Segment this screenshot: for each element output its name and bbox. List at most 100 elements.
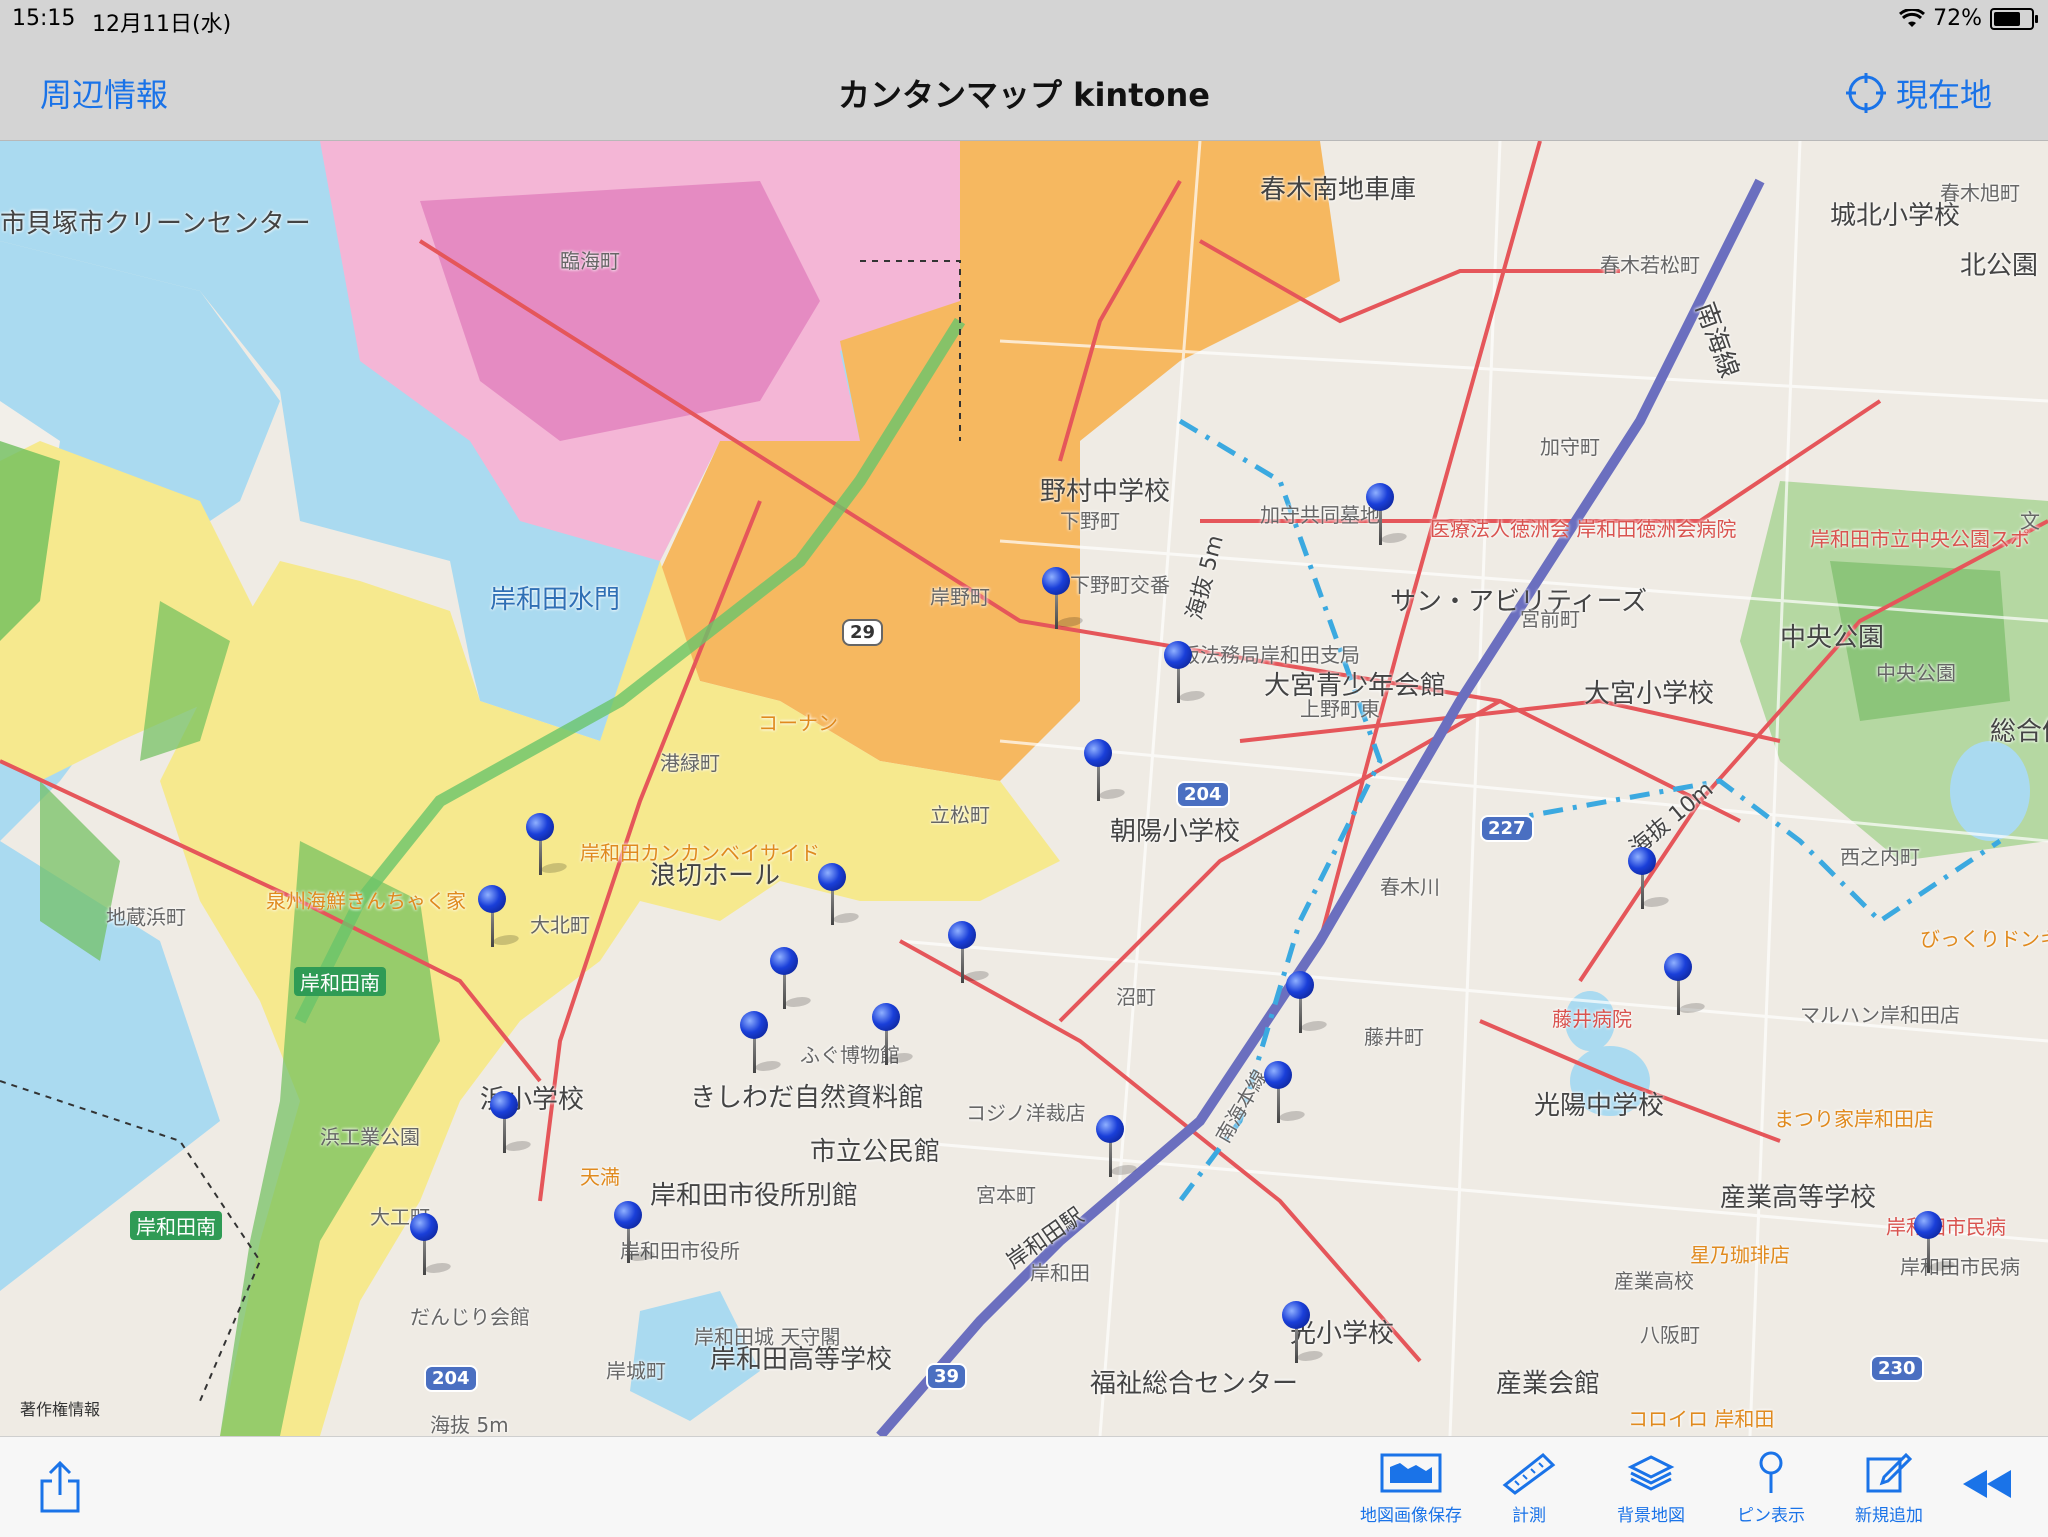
map-pin[interactable]	[490, 1091, 535, 1161]
map-pin[interactable]	[872, 1003, 917, 1073]
map-pin[interactable]	[770, 947, 815, 1017]
status-time: 15:15	[12, 6, 76, 31]
map-label: 岸和田南	[294, 967, 386, 996]
app-title: カンタンマップ kintone	[838, 76, 1210, 114]
map-label: 岸和田市役所別館	[650, 1181, 859, 1211]
map-label: 地蔵浜町	[106, 905, 186, 929]
map-label: 宮本町	[976, 1183, 1036, 1207]
map-label: 海抜 5m	[430, 1413, 509, 1436]
add-new-button[interactable]: 新規追加	[1834, 1449, 1944, 1526]
status-right: 72%	[1899, 6, 2038, 31]
route-shield: 29	[842, 619, 884, 646]
map-pin[interactable]	[614, 1201, 659, 1271]
map-label: 春木川	[1380, 875, 1440, 899]
map-label: 藤井病院	[1552, 1007, 1632, 1031]
map-label: 岸和田	[1030, 1261, 1090, 1285]
map-label: 藤井町	[1364, 1025, 1424, 1049]
map-label: 港緑町	[660, 751, 720, 775]
map-label: 立松町	[930, 803, 990, 827]
map-pin[interactable]	[740, 1011, 785, 1081]
route-shield: 204	[1176, 781, 1230, 808]
toolbar-label: 地図画像保存	[1360, 1506, 1462, 1526]
map-label: まつり家岸和田店	[1774, 1107, 1934, 1131]
measure-button[interactable]: 計測	[1474, 1449, 1584, 1526]
toolbar-label: 新規追加	[1855, 1506, 1923, 1526]
map-label: 春木南地車庫	[1260, 175, 1417, 205]
map-pin[interactable]	[526, 813, 571, 883]
map-pin[interactable]	[1664, 953, 1709, 1023]
map-label: 産業高校	[1614, 1269, 1694, 1293]
map-pin[interactable]	[1042, 567, 1087, 637]
map-label: 春木旭町	[1940, 181, 2020, 205]
map-label: 岸野町	[930, 585, 990, 609]
map-label: 加守共同墓地	[1260, 503, 1380, 527]
map-label: 福祉総合センター	[1090, 1369, 1299, 1399]
map-label: 野村中学校	[1040, 477, 1171, 507]
map-label: 大宮小学校	[1584, 679, 1715, 709]
route-shield: 227	[1480, 815, 1534, 842]
map-pin[interactable]	[1286, 971, 1331, 1041]
map-pin[interactable]	[1282, 1301, 1327, 1371]
map-pin[interactable]	[1628, 847, 1673, 917]
map-label: だんじり会館	[410, 1305, 530, 1329]
map-pin[interactable]	[948, 921, 993, 991]
map-label: 朝陽小学校	[1110, 817, 1241, 847]
wifi-icon	[1899, 8, 1926, 27]
current-location-button[interactable]: 現在地	[1845, 70, 1992, 116]
map-label: 産業高等学校	[1720, 1183, 1877, 1213]
map-label: きしわだ自然資料館	[690, 1083, 925, 1113]
bottom-toolbar: 地図画像保存 計測 背景地図 ピン表示 新規追加	[0, 1436, 2048, 1537]
map-view[interactable]: 春木南地車庫 城北小学校 北公園 春木旭町 春木若松町 市貝塚市クリーンセンター…	[0, 141, 2048, 1436]
map-label: 市貝塚市クリーンセンター	[0, 209, 311, 239]
collapse-toolbar-button[interactable]	[1932, 1449, 2042, 1519]
map-label: 文	[2020, 509, 2040, 533]
current-location-label: 現在地	[1895, 76, 1992, 114]
share-button[interactable]	[38, 1459, 82, 1519]
map-label: 中央公園	[1780, 623, 1885, 653]
map-label: 岸城町	[606, 1359, 666, 1383]
background-map-button[interactable]: 背景地図	[1596, 1449, 1706, 1526]
map-pin[interactable]	[410, 1213, 455, 1283]
map-label: 臨海町	[560, 249, 620, 273]
nav-bar: 周辺情報 カンタンマップ kintone 現在地	[0, 40, 2048, 141]
map-label: コーナン	[758, 711, 838, 735]
pin-icon	[1759, 1451, 1783, 1493]
map-label: 岸和田市立中央公園スポ	[1810, 527, 2030, 551]
map-pin[interactable]	[818, 863, 863, 933]
share-icon	[40, 1460, 80, 1513]
map-pin[interactable]	[1096, 1115, 1141, 1185]
map-label: びっくりドンキ	[1920, 927, 2048, 951]
toolbar-label: 背景地図	[1617, 1506, 1685, 1526]
map-label: 八阪町	[1640, 1323, 1700, 1347]
map-label: 星乃珈琲店	[1690, 1243, 1790, 1267]
edit-icon	[1866, 1452, 1913, 1493]
map-label: 春木若松町	[1600, 253, 1700, 277]
map-label: 市立公民館	[810, 1137, 941, 1167]
map-pin[interactable]	[478, 885, 523, 955]
map-label: 宮前町	[1520, 607, 1580, 631]
map-pin[interactable]	[1164, 641, 1209, 711]
map-pin[interactable]	[1914, 1211, 1959, 1281]
battery-icon	[1990, 7, 2038, 30]
show-pins-button[interactable]: ピン表示	[1716, 1449, 1826, 1526]
map-label: 阪法務局岸和田支局	[1180, 643, 1360, 667]
ruler-icon	[1502, 1452, 1556, 1495]
layers-icon	[1627, 1455, 1675, 1491]
map-label: 下野町	[1060, 509, 1120, 533]
map-label: 下野町交番	[1070, 573, 1170, 597]
map-pin[interactable]	[1264, 1061, 1309, 1131]
save-map-image-button[interactable]: 地図画像保存	[1356, 1449, 1466, 1526]
map-label: 天満	[580, 1165, 620, 1189]
map-pin[interactable]	[1084, 739, 1129, 809]
map-label: 中央公園	[1876, 661, 1956, 685]
map-label: 岸和田市民病	[1886, 1215, 2006, 1239]
map-pin[interactable]	[1366, 483, 1411, 553]
map-label: 上野町東	[1300, 697, 1380, 721]
crosshair-icon	[1845, 73, 1886, 113]
map-label: 医療法人徳洲会 岸和田徳洲会病院	[1430, 517, 1737, 541]
copyright-link[interactable]: 著作権情報	[20, 1396, 100, 1420]
toolbar-label: 計測	[1512, 1506, 1546, 1526]
rewind-icon	[1963, 1470, 2011, 1498]
battery-percent: 72%	[1933, 6, 1982, 31]
map-label: 沼町	[1116, 985, 1156, 1009]
